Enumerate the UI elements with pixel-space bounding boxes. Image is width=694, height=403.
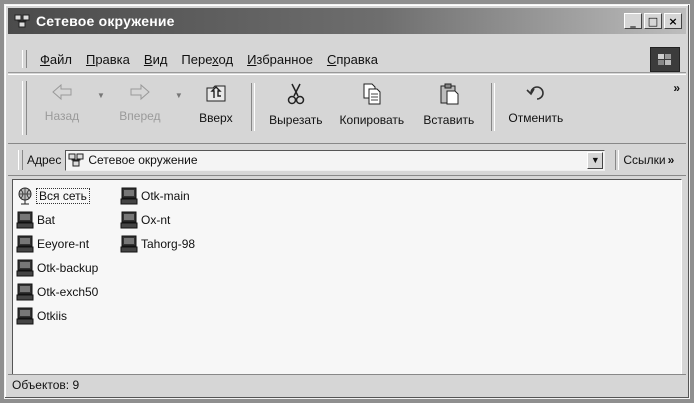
forward-label: Вперед bbox=[119, 109, 161, 123]
network-neighborhood-icon bbox=[14, 14, 30, 28]
window-title: Сетевое окружение bbox=[36, 13, 175, 29]
menu-go[interactable]: Переход bbox=[174, 52, 240, 67]
list-item[interactable]: Eeyore-nt bbox=[16, 235, 89, 253]
cut-button[interactable]: Вырезать bbox=[261, 75, 331, 135]
back-label: Назад bbox=[44, 109, 80, 123]
address-bar: Адрес Сетевое окружение ▼ Ссылки » bbox=[8, 145, 686, 176]
entire-network-icon bbox=[18, 187, 32, 205]
list-item[interactable]: Otk-backup bbox=[16, 259, 98, 277]
toolbar-overflow-chevron[interactable]: » bbox=[673, 81, 680, 95]
forward-dropdown-icon[interactable]: ▼ bbox=[171, 91, 187, 100]
maximize-button[interactable]: □ bbox=[644, 13, 662, 29]
menu-help[interactable]: Справка bbox=[320, 52, 385, 67]
computer-icon bbox=[16, 283, 34, 301]
links-overflow-chevron[interactable]: » bbox=[668, 153, 675, 167]
links-button[interactable]: Ссылки bbox=[623, 153, 665, 167]
computer-icon bbox=[16, 235, 34, 253]
computer-icon bbox=[16, 259, 34, 277]
list-item[interactable]: Tahorg-98 bbox=[120, 235, 195, 253]
address-field[interactable]: Сетевое окружение ▼ bbox=[65, 149, 606, 171]
back-dropdown-icon[interactable]: ▼ bbox=[93, 91, 109, 100]
up-folder-icon bbox=[206, 85, 226, 102]
undo-button[interactable]: Отменить bbox=[501, 75, 571, 135]
computer-icon bbox=[16, 307, 34, 325]
address-value: Сетевое окружение bbox=[88, 153, 198, 167]
forward-button[interactable]: Вперед bbox=[109, 75, 171, 135]
list-item[interactable]: Вся сеть bbox=[16, 187, 90, 205]
up-button[interactable]: Вверх bbox=[187, 75, 245, 135]
cut-label: Вырезать bbox=[269, 113, 323, 127]
list-item[interactable]: Otk-main bbox=[120, 187, 190, 205]
clipboard-paste-icon bbox=[440, 83, 459, 105]
status-bar: Объектов: 9 bbox=[8, 374, 686, 395]
minimize-button[interactable]: _ bbox=[624, 13, 642, 29]
menu-view[interactable]: Вид bbox=[137, 52, 175, 67]
menu-file[interactable]: Файл bbox=[33, 52, 79, 67]
list-item[interactable]: Otkiis bbox=[16, 307, 67, 325]
close-button[interactable]: × bbox=[664, 13, 682, 29]
list-item[interactable]: Ox-nt bbox=[120, 211, 170, 229]
computer-icon bbox=[120, 235, 138, 253]
standard-toolbar: Назад ▼ Вперед ▼ Вверх Вырезать Копирова… bbox=[8, 74, 686, 144]
copy-icon bbox=[363, 83, 381, 105]
links-separator bbox=[615, 150, 620, 170]
menu-favorites[interactable]: Избранное bbox=[240, 52, 320, 67]
paste-label: Вставить bbox=[423, 113, 475, 127]
computer-icon bbox=[120, 211, 138, 229]
up-label: Вверх bbox=[199, 111, 233, 125]
menu-edit[interactable]: Правка bbox=[79, 52, 137, 67]
status-object-count: Объектов: 9 bbox=[12, 378, 80, 392]
file-list-view[interactable]: Вся сеть Bat Eeyore-nt Otk-backup Otk-ex… bbox=[12, 179, 682, 375]
computer-icon bbox=[120, 187, 138, 205]
explorer-window: Сетевое окружение _ □ × Файл Правка Вид … bbox=[4, 4, 690, 399]
list-item[interactable]: Otk-exch50 bbox=[16, 283, 98, 301]
address-dropdown-button[interactable]: ▼ bbox=[587, 151, 604, 169]
windows-logo-icon bbox=[650, 47, 680, 72]
toolbar-separator bbox=[250, 83, 255, 131]
title-bar[interactable]: Сетевое окружение _ □ × bbox=[8, 8, 686, 34]
menu-grip[interactable] bbox=[22, 50, 27, 68]
menu-bar: Файл Правка Вид Переход Избранное Справк… bbox=[8, 46, 686, 73]
toolbar-grip[interactable] bbox=[22, 81, 27, 135]
copy-label: Копировать bbox=[339, 113, 405, 127]
toolbar-separator-2 bbox=[490, 83, 495, 131]
address-label: Адрес bbox=[27, 153, 62, 167]
list-item[interactable]: Bat bbox=[16, 211, 55, 229]
back-arrow-icon bbox=[52, 83, 72, 101]
address-grip[interactable] bbox=[18, 150, 23, 170]
computer-icon bbox=[16, 211, 34, 229]
back-button[interactable]: Назад bbox=[31, 75, 93, 135]
scissors-icon bbox=[287, 83, 305, 105]
network-neighborhood-icon bbox=[68, 153, 84, 167]
forward-arrow-icon bbox=[130, 83, 150, 101]
paste-button[interactable]: Вставить bbox=[413, 75, 485, 135]
copy-button[interactable]: Копировать bbox=[331, 75, 413, 135]
undo-label: Отменить bbox=[508, 111, 564, 125]
undo-arrow-icon bbox=[526, 86, 544, 100]
